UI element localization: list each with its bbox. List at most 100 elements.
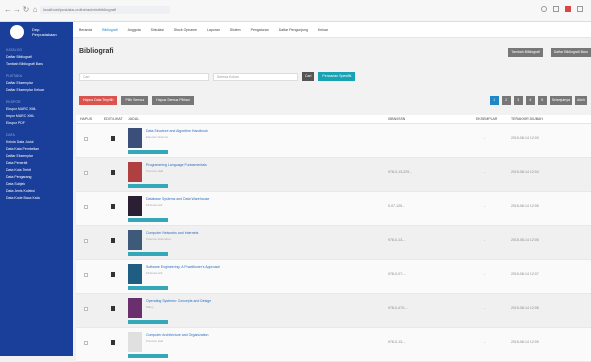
sidebar-item-data-pengarang[interactable]: Data Pengarang [0, 174, 73, 181]
sidebar-item-data-kota-terbit[interactable]: Data Kota Terbit [0, 167, 73, 174]
sidebar-item-tambah-bibliografi[interactable]: Tambah Bibliografi Baru [0, 61, 73, 68]
nav-pengaturan[interactable]: Pengaturan [251, 28, 269, 32]
page-1[interactable]: 1 [489, 96, 499, 105]
nav-sirkulasi[interactable]: Sirkulasi [151, 28, 164, 32]
add-bibliography-button[interactable]: Tambah Bibliografi [508, 48, 543, 57]
page-4[interactable]: 4 [525, 96, 535, 105]
page-3[interactable]: 3 [513, 96, 523, 105]
row-title[interactable]: Computer Networks and Internets [146, 231, 198, 235]
bookmark-icon[interactable] [553, 6, 559, 12]
col-edit: EDIT/LIHAT [104, 117, 123, 121]
sidebar-item-data-kode-baca[interactable]: Data Kode Baca Kata [0, 195, 73, 202]
table-row: Software Engineering: A Practitioner's A… [76, 260, 591, 294]
col-terakhir-diubah[interactable]: TERAKHIR DIUBAH [511, 117, 543, 121]
row-checkbox[interactable] [84, 171, 88, 175]
row-title[interactable]: Data Structure and Algorithm Handbook [146, 129, 208, 133]
col-eksemplar[interactable]: EKSEMPLAR [476, 117, 497, 121]
table-header: HAPUS EDIT/LIHAT JUDUL ISBN/ISSN EKSEMPL… [76, 115, 591, 124]
sidebar-item-data-subjek[interactable]: Data Subjek [0, 181, 73, 188]
next-page-button[interactable]: Selanjutnya [549, 96, 573, 105]
new-bibliography-list-button[interactable]: Daftar Bibliografi Baru [550, 48, 591, 57]
nav-beranda[interactable]: Beranda [79, 28, 92, 32]
nav-daftar-pengunjung[interactable]: Daftar Pengunjung [279, 28, 308, 32]
row-publisher: Prentice Hall [146, 169, 164, 173]
row-title[interactable]: Operating Systems: Concepts and Design [146, 299, 211, 303]
advanced-search-button[interactable]: Pencarian Spesifik [318, 72, 356, 81]
edit-icon[interactable] [111, 272, 115, 277]
row-checkbox[interactable] [84, 341, 88, 345]
table-row: Database Systems and Data Warehouse McGra… [76, 192, 591, 226]
item-code-tag [128, 320, 168, 324]
sidebar-item-ekspor-pdf[interactable]: Ekspor PDF [0, 120, 73, 127]
reload-icon[interactable]: ↻ [22, 6, 30, 14]
pagination: 1 2 3 4 5 Selanjutnya Akhir [489, 96, 587, 105]
delete-selected-button[interactable]: Hapus Data Terpilih [79, 96, 118, 105]
select-all-button[interactable]: Pilih Semua [121, 96, 149, 105]
sidebar-item-data-pembelian[interactable]: Data Kata Pembelian [0, 146, 73, 153]
page-5[interactable]: 5 [537, 96, 547, 105]
sidebar-item-data-eksemplar[interactable]: Daftar Eksemplar [0, 153, 73, 160]
row-copies: - [484, 136, 486, 140]
row-checkbox[interactable] [84, 205, 88, 209]
extension-icon[interactable] [541, 6, 547, 12]
row-title[interactable]: Computer Architecture and Organization [146, 333, 208, 337]
row-checkbox[interactable] [84, 137, 88, 141]
browser-toolbar: ← → ↻ ⌂ localhost/pustaka-online/admin/b… [0, 0, 591, 22]
col-judul[interactable]: JUDUL [128, 117, 139, 121]
sidebar-item-daftar-eksemplar[interactable]: Daftar Eksemplar [0, 80, 73, 87]
edit-icon[interactable] [111, 136, 115, 141]
last-page-button[interactable]: Akhir [575, 96, 587, 105]
sidebar-item-data-judul[interactable]: Kelola Data Judul [0, 139, 73, 146]
table-row: Data Structure and Algorithm Handbook Els… [76, 124, 591, 158]
sidebar-item-data-jenis-koleksi[interactable]: Data Jenis Koleksi [0, 188, 73, 195]
nav-keluar[interactable]: Keluar [318, 28, 328, 32]
edit-icon[interactable] [111, 238, 115, 243]
edit-icon[interactable] [111, 306, 115, 311]
edit-icon[interactable] [111, 170, 115, 175]
menu-icon[interactable] [577, 6, 583, 12]
sidebar-item-eksemplar-keluar[interactable]: Daftar Eksemplar Keluar [0, 87, 73, 94]
nav-stock-opname[interactable]: Stock Opname [174, 28, 197, 32]
sidebar-item-data-penerbit[interactable]: Data Penerbit [0, 160, 73, 167]
sidebar-item-daftar-bibliografi[interactable]: Daftar Bibliografi [0, 54, 73, 61]
bibliography-table: HAPUS EDIT/LIHAT JUDUL ISBN/ISSN EKSEMPL… [76, 115, 591, 362]
row-title[interactable]: Database Systems and Data Warehouse [146, 197, 209, 201]
adblock-icon[interactable] [565, 6, 571, 12]
nav-anggota[interactable]: Anggota [128, 28, 141, 32]
sidebar-item-ekspor-marc[interactable]: Ekspor MARC XML [0, 106, 73, 113]
row-title[interactable]: Software Engineering: A Practitioner's A… [146, 265, 220, 269]
row-publisher: Prentice Hall [146, 339, 164, 343]
item-code-tag [128, 218, 168, 222]
row-updated: 2015-08-14 12:07 [511, 272, 539, 276]
search-bar: Cari Semua Kolom Cari Pencarian Spesifik [79, 72, 356, 81]
row-checkbox[interactable] [84, 239, 88, 243]
row-publisher: McGraw-Hill [146, 203, 163, 207]
row-checkbox[interactable] [84, 307, 88, 311]
col-hapus: HAPUS [80, 117, 93, 121]
row-isbn: 978-0-470-... [388, 306, 409, 310]
nav-laporan[interactable]: Laporan [207, 28, 220, 32]
page-2[interactable]: 2 [501, 96, 511, 105]
nav-sistem[interactable]: Sistem [230, 28, 241, 32]
page-title: Bibliografi [79, 48, 114, 55]
table-row: Computer Architecture and Organization Pr… [76, 328, 591, 362]
sidebar-item-impor-marc[interactable]: Impor MARC XML [0, 113, 73, 120]
row-isbn: 978-0-13-... [388, 238, 407, 242]
sidebar: Dep. Perpustakaan KATALOG Daftar Bibliog… [0, 22, 73, 356]
home-icon[interactable]: ⌂ [31, 6, 39, 14]
row-title[interactable]: Programming Language Fundamentals [146, 163, 207, 167]
back-icon[interactable]: ← [4, 6, 12, 14]
search-input[interactable]: Cari [79, 72, 209, 81]
col-isbn[interactable]: ISBN/ISSN [388, 117, 405, 121]
unselect-all-button[interactable]: Hapus Semua Pilihan [152, 96, 194, 105]
forward-icon[interactable]: → [13, 6, 21, 14]
edit-icon[interactable] [111, 204, 115, 209]
nav-bibliografi[interactable]: Bibliografi [102, 28, 117, 32]
edit-icon[interactable] [111, 340, 115, 345]
item-code-tag [128, 354, 168, 358]
row-publisher: Pearson Education [146, 237, 172, 241]
row-checkbox[interactable] [84, 273, 88, 277]
search-button[interactable]: Cari [302, 72, 315, 81]
address-bar[interactable]: localhost/pustaka-online/admin/bibliogra… [40, 6, 170, 14]
field-select[interactable]: Semua Kolom [213, 72, 298, 81]
